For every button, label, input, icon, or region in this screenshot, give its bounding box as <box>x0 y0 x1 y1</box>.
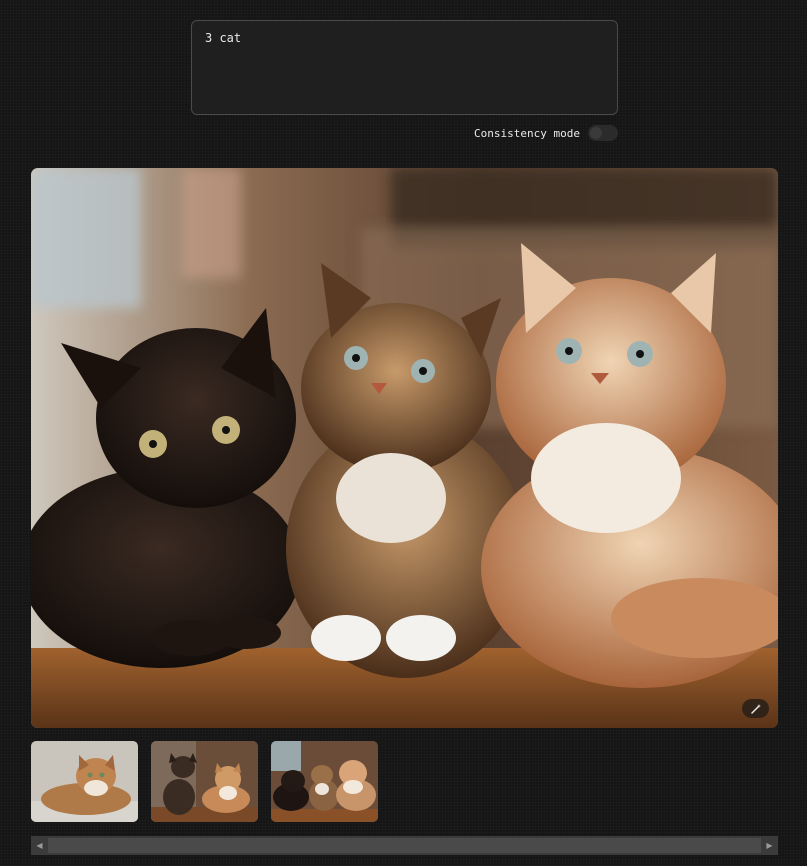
thumbnail-3[interactable] <box>271 741 378 822</box>
consistency-mode-toggle[interactable] <box>588 125 618 141</box>
scroll-right-arrow[interactable]: ▶ <box>761 836 778 855</box>
scroll-left-arrow[interactable]: ◀ <box>31 836 48 855</box>
consistency-mode-row: Consistency mode <box>460 124 618 142</box>
main-image[interactable] <box>31 168 778 728</box>
chevron-left-icon: ◀ <box>36 841 43 850</box>
magic-wand-button[interactable] <box>742 699 769 718</box>
prompt-input[interactable]: 3 cat <box>191 20 618 115</box>
horizontal-scrollbar[interactable]: ◀ ▶ <box>31 836 778 855</box>
toggle-knob <box>590 127 602 139</box>
consistency-mode-label: Consistency mode <box>474 126 580 140</box>
main-image-art <box>31 168 778 728</box>
thumbnail-strip <box>31 741 378 822</box>
thumbnail-3-art <box>271 741 378 822</box>
thumbnail-2[interactable] <box>151 741 258 822</box>
thumbnail-2-art <box>151 741 258 822</box>
magic-wand-icon <box>750 703 762 715</box>
thumbnail-1-art <box>31 741 138 822</box>
chevron-right-icon: ▶ <box>766 841 773 850</box>
thumbnail-1[interactable] <box>31 741 138 822</box>
scroll-thumb[interactable] <box>48 838 761 853</box>
